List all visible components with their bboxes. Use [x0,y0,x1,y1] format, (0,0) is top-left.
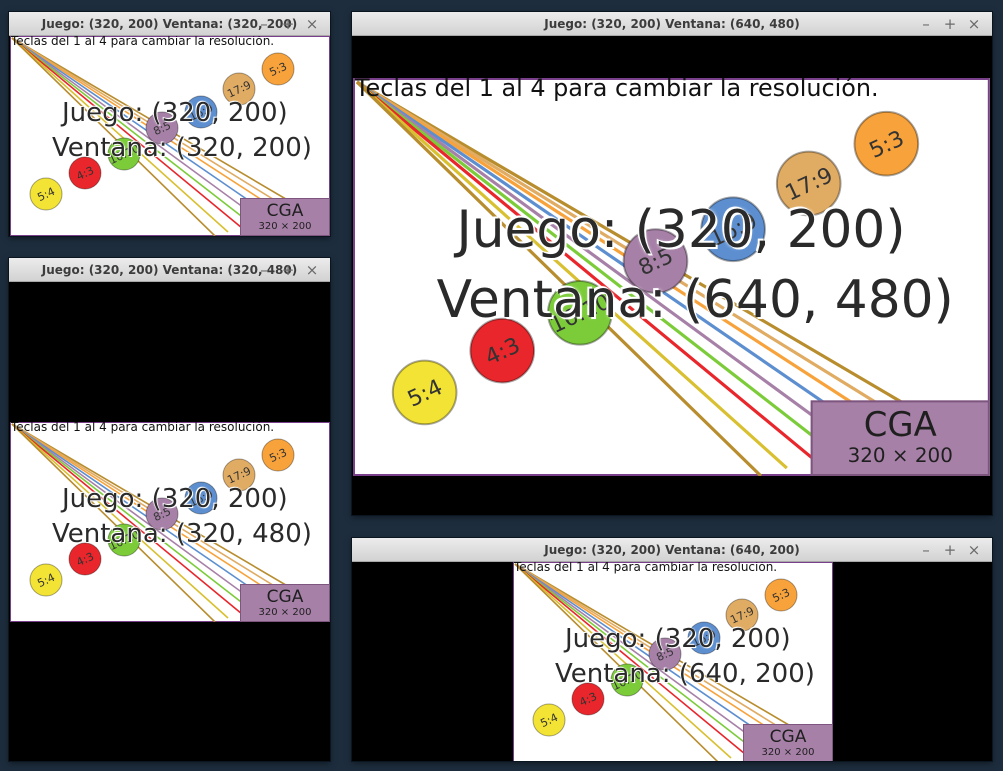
ventana-text: Ventana: (320, 200) [52,133,312,163]
game-window-1: Juego: (320, 200) Ventana: (320, 200) – … [9,12,330,236]
ventana-text: Ventana: (640, 200) [555,659,815,689]
game-viewport: 5:4 4:3 16:10 8:5 16:9 17:9 5:3 Teclas del 1 a… [9,36,330,236]
maximize-button[interactable]: + [276,12,300,36]
badge-resolution: 320 × 200 [847,446,953,469]
maximize-button[interactable]: + [276,258,300,282]
game-viewport: 5:4 4:3 16:10 8:5 16:9 17:9 5:3 Teclas del 1 a… [9,282,330,761]
close-button[interactable]: × [300,258,324,282]
title-bar[interactable]: Juego: (320, 200) Ventana: (320, 480) – … [9,258,330,282]
badge-name: CGA [863,406,937,447]
juego-text: Juego: (320, 200) [565,624,791,654]
window-title: Juego: (320, 200) Ventana: (640, 480) [544,17,800,31]
title-bar[interactable]: Juego: (320, 200) Ventana: (640, 480) – … [352,12,992,36]
badge-resolution: 320 × 200 [761,747,815,758]
game-canvas: 5:4 4:3 16:10 8:5 16:9 17:9 5:3 Teclas del 1 a… [10,36,330,236]
hint-text: Teclas del 1 al 4 para cambiar la resolu… [11,422,275,434]
game-window-3: Juego: (320, 200) Ventana: (640, 480) – … [352,12,992,515]
hint-text: Teclas del 1 al 4 para cambiar la resolu… [11,36,275,48]
game-canvas: 5:4 4:3 16:10 8:5 16:9 17:9 5:3 Teclas del 1 a… [513,562,833,761]
badge-resolution: 320 × 200 [258,221,312,232]
window-title: Juego: (320, 200) Ventana: (640, 200) [544,543,800,557]
game-canvas: 5:4 4:3 16:10 8:5 16:9 17:9 5:3 Teclas del 1 a… [353,78,990,476]
minimize-button[interactable]: – [252,258,276,282]
game-window-2: Juego: (320, 200) Ventana: (320, 480) – … [9,258,330,761]
hint-text: Teclas del 1 al 4 para cambiar la resolu… [514,562,778,574]
hint-text: Teclas del 1 al 4 para cambiar la resolu… [354,78,879,102]
badge-name: CGA [769,727,807,747]
badge-resolution: 320 × 200 [258,607,312,618]
title-bar[interactable]: Juego: (320, 200) Ventana: (640, 200) – … [352,538,992,562]
maximize-button[interactable]: + [938,12,962,36]
juego-text: Juego: (320, 200) [456,201,906,262]
cga-badge: CGA 320 × 200 [743,724,833,761]
game-viewport: 5:4 4:3 16:10 8:5 16:9 17:9 5:3 Teclas del 1 a… [352,36,992,515]
cga-badge: CGA 320 × 200 [240,198,330,236]
badge-name: CGA [266,587,304,607]
juego-text: Juego: (320, 200) [62,484,288,514]
minimize-button[interactable]: – [914,12,938,36]
game-viewport: 5:4 4:3 16:10 8:5 16:9 17:9 5:3 Teclas del 1 a… [352,562,992,761]
minimize-button[interactable]: – [252,12,276,36]
close-button[interactable]: × [962,12,986,36]
juego-text: Juego: (320, 200) [62,98,288,128]
badge-name: CGA [266,201,304,221]
close-button[interactable]: × [300,12,324,36]
close-button[interactable]: × [962,538,986,562]
game-canvas: 5:4 4:3 16:10 8:5 16:9 17:9 5:3 Teclas del 1 a… [10,422,330,622]
cga-badge: CGA 320 × 200 [240,584,330,622]
title-bar[interactable]: Juego: (320, 200) Ventana: (320, 200) – … [9,12,330,36]
ventana-text: Ventana: (320, 480) [52,519,312,549]
maximize-button[interactable]: + [938,538,962,562]
game-window-4: Juego: (320, 200) Ventana: (640, 200) – … [352,538,992,761]
ventana-text: Ventana: (640, 480) [436,271,954,331]
cga-badge: CGA 320 × 200 [810,400,990,476]
minimize-button[interactable]: – [914,538,938,562]
